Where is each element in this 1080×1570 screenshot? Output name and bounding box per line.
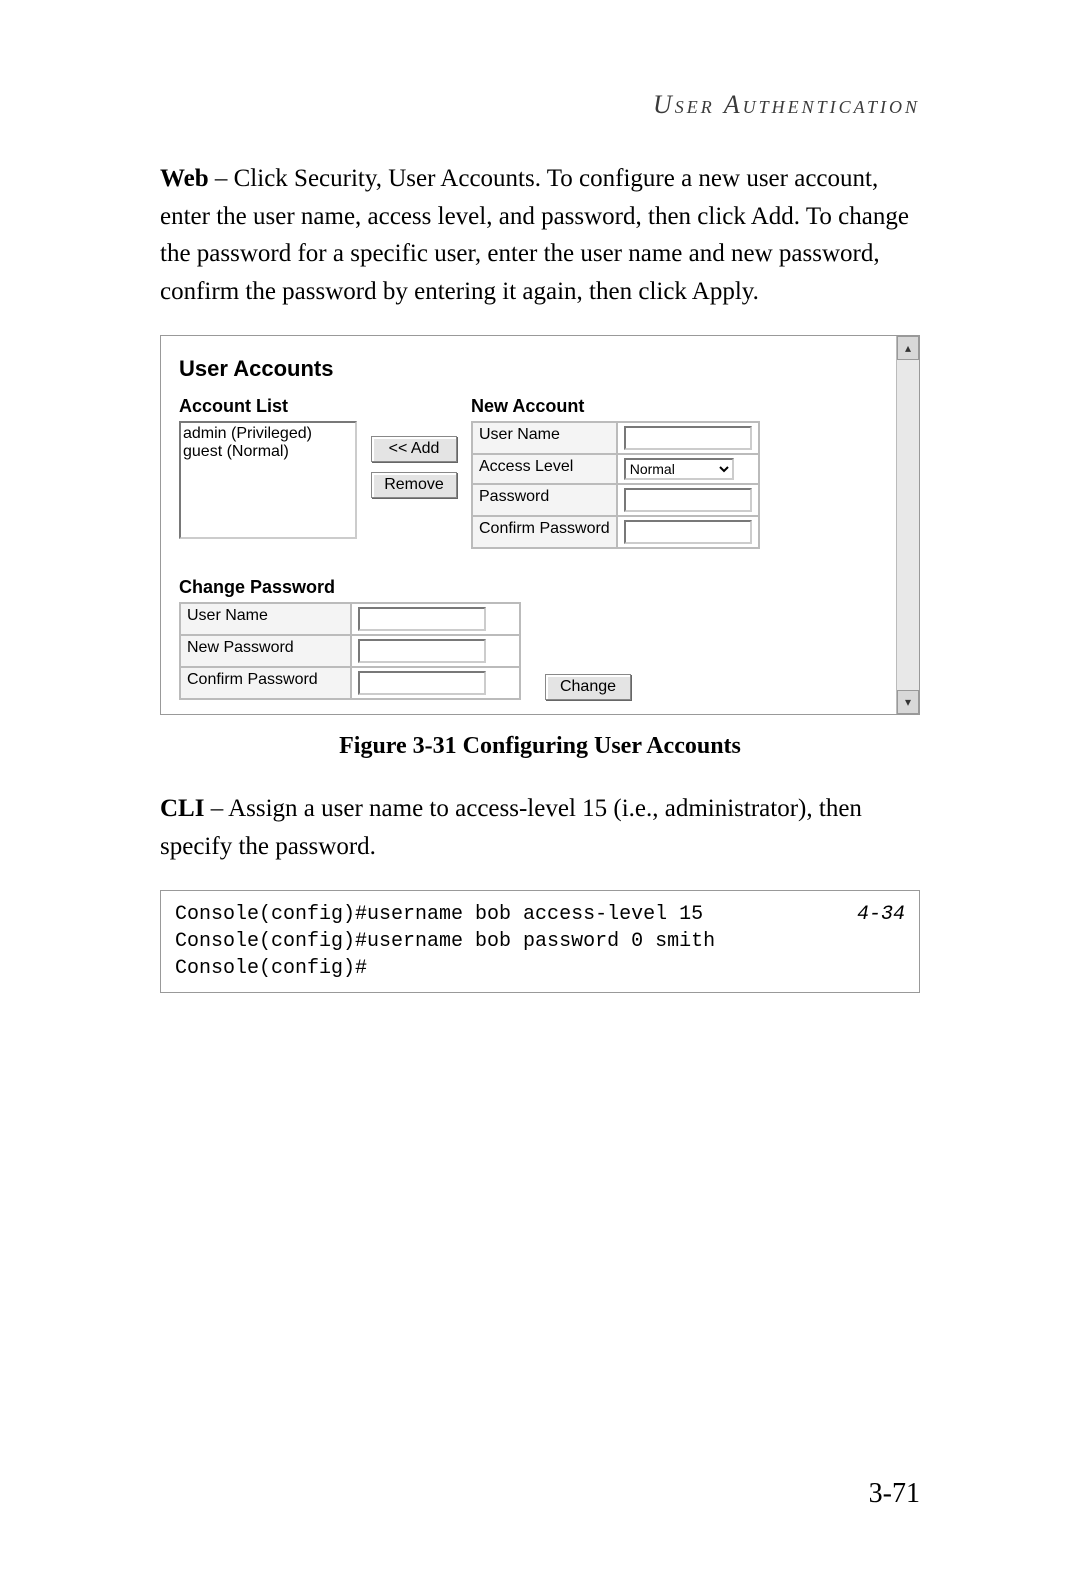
access-level-label: Access Level <box>472 454 617 484</box>
change-password-row: User Name New Password Confirm Password <box>179 602 885 700</box>
list-buttons: << Add Remove <box>371 396 457 498</box>
cp-new-password-cell <box>351 635 520 667</box>
password-label: Password <box>472 484 617 516</box>
cli-code-lines: Console(config)#username bob access-leve… <box>175 901 715 982</box>
user-name-label: User Name <box>472 422 617 454</box>
add-button[interactable]: << Add <box>371 436 457 462</box>
cli-dash: – <box>204 795 228 822</box>
access-level-select[interactable]: Normal <box>624 458 734 480</box>
cp-new-password-label: New Password <box>180 635 351 667</box>
list-item[interactable]: guest (Normal) <box>183 443 353 461</box>
account-list-block: Account List admin (Privileged) guest (N… <box>179 396 357 539</box>
cli-text: Assign a user name to access-level 15 (i… <box>160 795 862 860</box>
panel-title: User Accounts <box>179 356 885 382</box>
new-account-form: User Name Access Level Normal Password <box>471 421 760 549</box>
cp-user-name-label: User Name <box>180 603 351 635</box>
confirm-password-cell <box>617 516 759 548</box>
scrollbar[interactable]: ▴ ▾ <box>896 336 919 714</box>
web-text: Click Security, User Accounts. To config… <box>160 165 909 305</box>
running-head: User Authentication <box>160 90 920 120</box>
screenshot-inner: User Accounts Account List admin (Privil… <box>161 336 919 714</box>
access-level-cell: Normal <box>617 454 759 484</box>
change-button[interactable]: Change <box>545 674 631 700</box>
password-input[interactable] <box>624 488 752 512</box>
new-account-label: New Account <box>471 396 760 417</box>
accounts-section: Account List admin (Privileged) guest (N… <box>179 396 885 549</box>
web-paragraph: Web – Click Security, User Accounts. To … <box>160 160 920 310</box>
cli-reference: 4-34 <box>857 901 905 982</box>
page: User Authentication Web – Click Security… <box>0 0 1080 1570</box>
chevron-down-icon: ▾ <box>905 695 911 710</box>
user-accounts-screenshot: ▴ ▾ User Accounts Account List admin (Pr… <box>160 335 920 715</box>
scroll-down-button[interactable]: ▾ <box>897 690 919 714</box>
account-list-label: Account List <box>179 396 357 417</box>
cp-user-name-cell <box>351 603 520 635</box>
list-item[interactable]: admin (Privileged) <box>183 425 353 443</box>
cp-new-password-input[interactable] <box>358 639 486 663</box>
change-password-form: User Name New Password Confirm Password <box>179 602 521 700</box>
web-lead: Web <box>160 165 209 192</box>
figure-caption: Figure 3-31 Configuring User Accounts <box>160 733 920 760</box>
scroll-up-button[interactable]: ▴ <box>897 336 919 360</box>
user-name-input[interactable] <box>624 426 752 450</box>
cli-code-block: Console(config)#username bob access-leve… <box>160 890 920 993</box>
cp-confirm-password-input[interactable] <box>358 671 486 695</box>
figure-wrap: ▴ ▾ User Accounts Account List admin (Pr… <box>160 335 920 760</box>
account-listbox[interactable]: admin (Privileged) guest (Normal) <box>179 421 357 539</box>
cli-lead: CLI <box>160 795 204 822</box>
confirm-password-label: Confirm Password <box>472 516 617 548</box>
cp-user-name-input[interactable] <box>358 607 486 631</box>
remove-button[interactable]: Remove <box>371 472 457 498</box>
password-cell <box>617 484 759 516</box>
cp-confirm-password-cell <box>351 667 520 699</box>
new-account-block: New Account User Name Access Level Norma… <box>471 396 760 549</box>
cli-paragraph: CLI – Assign a user name to access-level… <box>160 790 920 865</box>
change-password-label: Change Password <box>179 577 885 598</box>
confirm-password-input[interactable] <box>624 520 752 544</box>
change-password-section: Change Password User Name New Password <box>179 577 885 700</box>
cp-confirm-password-label: Confirm Password <box>180 667 351 699</box>
page-number: 3-71 <box>869 1478 920 1510</box>
web-dash: – <box>209 165 234 192</box>
user-name-cell <box>617 422 759 454</box>
chevron-up-icon: ▴ <box>905 341 911 356</box>
